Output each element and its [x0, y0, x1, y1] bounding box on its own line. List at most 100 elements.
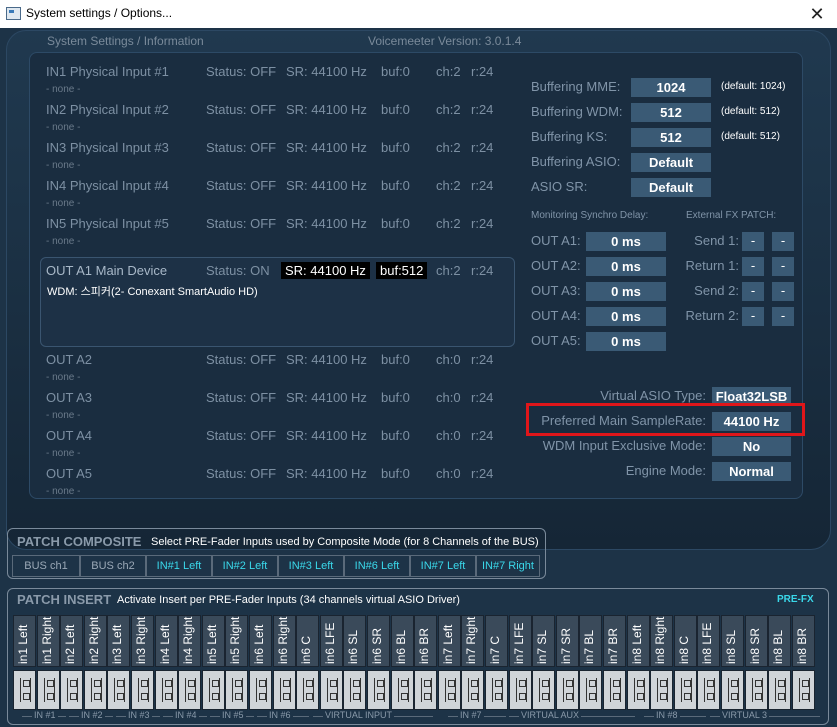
insert-toggle[interactable]	[13, 670, 36, 710]
toggle-knob-icon	[374, 678, 385, 702]
insert-channel: in8 SR	[744, 615, 768, 667]
buffering-value[interactable]: Default	[631, 153, 711, 172]
composite-channel-button[interactable]: BUS ch2	[80, 555, 146, 577]
insert-toggle[interactable]	[225, 670, 249, 710]
device-buf: buf:0	[381, 102, 410, 117]
insert-toggle[interactable]	[367, 670, 390, 710]
insert-toggle[interactable]	[107, 670, 131, 710]
device-r: r:24	[471, 64, 494, 79]
insert-toggle[interactable]	[485, 670, 508, 710]
toggle-knob-icon	[657, 678, 669, 702]
setting-value[interactable]: No	[712, 437, 791, 456]
device-sr: SR: 44100 Hz	[286, 216, 367, 231]
insert-toggle[interactable]	[414, 670, 438, 710]
composite-channel-button[interactable]: IN#6 Left	[344, 555, 410, 577]
insert-toggle[interactable]	[390, 670, 414, 710]
buffering-value[interactable]: 1024	[631, 78, 711, 97]
input-device-row[interactable]: IN5 Physical Input #5 Status: OFF SR: 4410…	[46, 216, 506, 232]
insert-toggle[interactable]	[744, 670, 768, 710]
buffering-value[interactable]: 512	[631, 128, 711, 147]
monitor-delay[interactable]: 0 ms	[586, 257, 666, 276]
insert-toggle[interactable]	[791, 670, 815, 710]
insert-channel-label: in4 Left	[157, 624, 172, 664]
insert-toggle[interactable]	[178, 670, 202, 710]
output-device-row[interactable]: OUT A2 Status: OFF SR: 44100 Hz buf:0 ch:0 r:…	[46, 352, 506, 368]
insert-channel: in8 BR	[791, 615, 815, 667]
insert-channel: in1 Left	[13, 615, 36, 667]
close-button[interactable]: ✕	[797, 0, 837, 28]
fx-left-button[interactable]: -	[742, 257, 764, 276]
monitor-delay[interactable]: 0 ms	[586, 282, 666, 301]
insert-toggle[interactable]	[508, 670, 532, 710]
insert-toggle[interactable]	[650, 670, 674, 710]
input-device-row[interactable]: IN3 Physical Input #3 Status: OFF SR: 4410…	[46, 140, 506, 156]
buffering-value[interactable]: 512	[631, 103, 711, 122]
toggle-knob-icon	[586, 678, 598, 702]
patch-composite-panel: PATCH COMPOSITE Select PRE-Fader Inputs …	[7, 528, 546, 579]
monitoring-title: Monitoring Synchro Delay:	[531, 210, 649, 221]
insert-toggle[interactable]	[437, 670, 461, 710]
device-status: Status: OFF	[206, 216, 277, 231]
insert-toggle[interactable]	[36, 670, 60, 710]
insert-toggle[interactable]	[579, 670, 603, 710]
insert-toggle[interactable]	[131, 670, 154, 710]
insert-toggle[interactable]	[626, 670, 650, 710]
insert-toggle[interactable]	[154, 670, 178, 710]
composite-channel-button[interactable]: IN#7 Left	[410, 555, 476, 577]
insert-toggle[interactable]	[697, 670, 721, 710]
composite-channel-button[interactable]: IN#7 Right	[476, 555, 540, 577]
insert-toggle[interactable]	[461, 670, 485, 710]
monitor-delay[interactable]: 0 ms	[586, 332, 666, 351]
fx-right-button[interactable]: -	[772, 282, 794, 301]
device-ch: ch:2	[436, 216, 461, 231]
insert-channel: in6 BR	[414, 615, 438, 667]
insert-group-label: IN #1	[32, 710, 58, 720]
composite-channel-button[interactable]: IN#3 Left	[278, 555, 344, 577]
insert-toggle[interactable]	[249, 670, 272, 710]
insert-toggle[interactable]	[603, 670, 626, 710]
insert-channel: in8 LFE	[697, 615, 721, 667]
insert-toggle[interactable]	[83, 670, 107, 710]
device-none: - none -	[46, 372, 81, 383]
input-device-row[interactable]: IN2 Physical Input #2 Status: OFF SR: 4410…	[46, 102, 506, 118]
insert-toggle[interactable]	[343, 670, 367, 710]
insert-toggle[interactable]	[673, 670, 697, 710]
insert-toggle[interactable]	[272, 670, 296, 710]
device-sr: SR: 44100 Hz	[286, 64, 367, 79]
fx-left-button[interactable]: -	[742, 282, 764, 301]
buffering-label: Buffering WDM:	[531, 104, 623, 119]
setting-label: Virtual ASIO Type:	[600, 388, 706, 403]
input-device-row[interactable]: IN4 Physical Input #4 Status: OFF SR: 4410…	[46, 178, 506, 194]
monitor-delay[interactable]: 0 ms	[586, 232, 666, 251]
insert-toggle[interactable]	[201, 670, 225, 710]
composite-channel-button[interactable]: IN#2 Left	[212, 555, 278, 577]
insert-toggle[interactable]	[296, 670, 320, 710]
insert-toggle[interactable]	[319, 670, 343, 710]
insert-channel-label: in8 SR	[747, 627, 762, 664]
toggle-knob-icon	[138, 678, 149, 702]
composite-channel-button[interactable]: BUS ch1	[12, 555, 80, 577]
fx-left-button[interactable]: -	[742, 232, 764, 251]
toggle-knob-icon	[185, 678, 197, 702]
composite-channel-button[interactable]: IN#1 Left	[146, 555, 212, 577]
insert-toggle[interactable]	[532, 670, 556, 710]
input-device-row[interactable]: IN1 Physical Input #1 Status: OFF SR: 4410…	[46, 64, 506, 80]
buffering-value[interactable]: Default	[631, 178, 711, 197]
insert-toggle[interactable]	[721, 670, 744, 710]
insert-toggle[interactable]	[555, 670, 579, 710]
fx-right-button[interactable]: -	[772, 232, 794, 251]
out-a1-row[interactable]: OUT A1 Main Device Status: ON SR: 44100 …	[46, 262, 506, 279]
monitor-delay[interactable]: 0 ms	[586, 307, 666, 326]
setting-value[interactable]: Normal	[712, 462, 791, 481]
device-name: IN3 Physical Input #3	[46, 140, 169, 155]
output-device-row[interactable]: OUT A4 Status: OFF SR: 44100 Hz buf:0 ch:0 r:…	[46, 428, 506, 444]
toggle-knob-icon	[67, 678, 79, 702]
fx-right-button[interactable]: -	[772, 257, 794, 276]
insert-toggle[interactable]	[60, 670, 84, 710]
output-device-row[interactable]: OUT A3 Status: OFF SR: 44100 Hz buf:0 ch:0 r:…	[46, 390, 506, 406]
fx-right-button[interactable]: -	[772, 307, 794, 326]
insert-channel-label: in6 C	[299, 635, 314, 664]
fx-left-button[interactable]: -	[742, 307, 764, 326]
insert-toggle[interactable]	[768, 670, 792, 710]
output-device-row[interactable]: OUT A5 Status: OFF SR: 44100 Hz buf:0 ch:0 r:…	[46, 466, 506, 482]
